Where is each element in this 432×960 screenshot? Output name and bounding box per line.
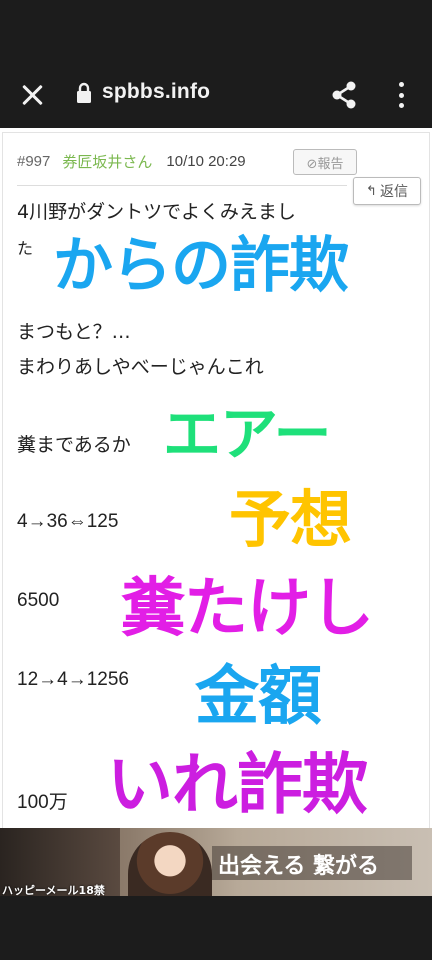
overlay-text-prediction: 予想: [229, 483, 352, 556]
url-text[interactable]: spbbs.info: [102, 80, 210, 104]
lock-icon: [77, 82, 91, 103]
post-line-3: まつもと？…: [17, 321, 131, 343]
divider: [17, 185, 347, 186]
ad-copy: 出会える 繋がる: [218, 854, 379, 879]
ad-banner[interactable]: 出会える 繋がる ハッピーメール18禁: [0, 828, 432, 896]
post-card: #997 券匠坂井さん 10/10 20:29 ⊘報告 ↰ 返信 4川野がダント…: [2, 132, 430, 832]
post-line-5: 糞まであるか: [17, 434, 131, 456]
report-button[interactable]: ⊘報告: [293, 149, 357, 175]
post-line-6: 4→36⇔125: [17, 511, 119, 532]
overlay-text-deposit-fraud: いれ詐欺: [107, 746, 368, 823]
post-line-9: 100万: [17, 792, 68, 813]
reply-label: 返信: [379, 184, 408, 200]
reply-button[interactable]: ↰ 返信: [353, 177, 421, 205]
browser-toolbar: spbbs.info: [0, 62, 432, 128]
overlay-text-amount: 金額: [195, 660, 322, 734]
bottom-bar-area: [0, 896, 432, 960]
ad-photo: [128, 832, 212, 896]
share-icon[interactable]: [330, 80, 358, 110]
close-icon[interactable]: [20, 82, 46, 108]
post-line-2: た: [17, 239, 34, 258]
more-vert-icon[interactable]: [394, 80, 408, 110]
ad-label: ハッピーメール18禁: [2, 884, 105, 896]
post-number[interactable]: #997: [17, 153, 50, 170]
overlay-text-fraud: からの詐欺: [53, 231, 349, 301]
post-meta: #997 券匠坂井さん 10/10 20:29: [17, 151, 246, 172]
post-line-8: 12→4→1256: [17, 669, 129, 690]
reply-arrow-icon: ↰: [366, 183, 377, 199]
status-bar-area: [0, 0, 432, 62]
post-line-7: 6500: [17, 590, 60, 611]
page-content: #997 券匠坂井さん 10/10 20:29 ⊘報告 ↰ 返信 4川野がダント…: [0, 128, 432, 832]
post-author: 券匠坂井さん: [62, 154, 153, 171]
overlay-text-takeshi: 糞たけし: [121, 572, 374, 646]
overlay-text-air: エアー: [163, 400, 332, 468]
post-date: 10/10 20:29: [166, 153, 246, 170]
post-line-4: まわりあしやべーじゃんこれ: [17, 356, 264, 378]
